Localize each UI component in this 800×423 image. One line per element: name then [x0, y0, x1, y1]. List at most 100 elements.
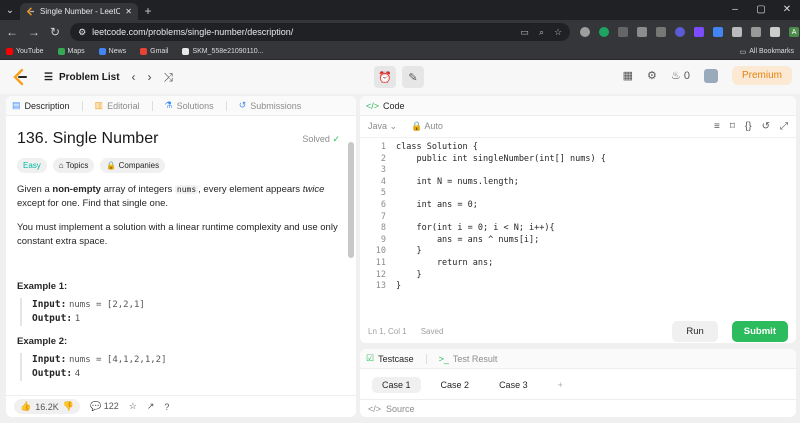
back-icon[interactable]: ← — [6, 25, 18, 39]
reset-icon[interactable]: ↺ — [762, 121, 770, 132]
prev-problem-icon[interactable]: ‹ — [132, 70, 136, 84]
shuffle-icon[interactable]: ⤨ — [164, 70, 174, 85]
extension-icon[interactable] — [675, 27, 686, 37]
next-problem-icon[interactable]: › — [148, 70, 152, 84]
settings-gear-icon[interactable]: ⚙ — [647, 69, 657, 82]
code-line[interactable]: int N = nums.length; — [396, 177, 606, 189]
tab-testcase[interactable]: ☑ Testcase — [366, 353, 414, 364]
bookmark-star-icon[interactable]: ☆ — [554, 27, 562, 38]
format-icon[interactable]: ≡ — [714, 121, 720, 132]
line-number: 1 — [380, 142, 386, 152]
notes-icon[interactable]: ✎ — [402, 66, 424, 88]
side-panel-icon[interactable] — [770, 27, 781, 37]
submit-button[interactable]: Submit — [731, 320, 788, 342]
layout-grid-icon[interactable]: ▦ — [623, 69, 633, 82]
reload-icon[interactable]: ↻ — [50, 25, 60, 39]
leetcode-logo-icon[interactable] — [10, 67, 30, 87]
tab-search-icon[interactable]: ⌄ — [0, 0, 20, 20]
testcase-panel: ☑ Testcase >_ Test Result Case 1 Case 2 Ca… — [360, 349, 796, 417]
extension-icon[interactable] — [732, 27, 743, 37]
case-tab[interactable]: Case 3 — [489, 377, 538, 393]
site-info-icon[interactable]: ⚙ — [78, 27, 86, 38]
tab-solutions[interactable]: ⚗ Solutions — [165, 100, 214, 111]
premium-button[interactable]: Premium — [731, 66, 792, 85]
code-editor[interactable]: 1 2 3 4 5 6 7 8 9 10 11 12 13 class Solution { publi… — [360, 138, 796, 318]
user-avatar[interactable] — [703, 68, 718, 83]
code-line[interactable]: public int singleNumber(int[] nums) { — [396, 154, 605, 166]
code-line[interactable] — [396, 165, 606, 177]
code-line[interactable]: return ans; — [396, 258, 606, 270]
extension-icon[interactable] — [580, 27, 591, 37]
code-line[interactable]: } — [396, 270, 606, 282]
source-bar[interactable]: </> Source — [360, 399, 796, 417]
braces-icon[interactable]: {} — [745, 121, 752, 132]
auto-mode-toggle[interactable]: 🔒 Auto — [411, 121, 443, 132]
extension-icon[interactable] — [637, 27, 648, 37]
favorite-star-icon[interactable]: ☆ — [129, 401, 137, 412]
thumbs-down-icon[interactable]: 👎 — [63, 401, 74, 412]
tab-description[interactable]: ▤ Description — [12, 100, 70, 111]
topics-button[interactable]: ⌂ Topics — [52, 158, 95, 173]
companies-button[interactable]: 🔒 Companies — [100, 158, 166, 173]
like-button[interactable]: 👍 16.2K 👎 — [14, 399, 80, 414]
maximize-icon[interactable]: ▢ — [748, 0, 774, 20]
bookmark-news[interactable]: News — [98, 48, 126, 55]
code-line[interactable] — [396, 212, 606, 224]
url-text: leetcode.com/problems/single-number/desc… — [92, 27, 294, 37]
code-line[interactable]: } — [396, 281, 606, 293]
code-line[interactable]: for(int i = 0; i < N; i++){ — [396, 223, 606, 235]
code-line[interactable] — [396, 188, 606, 200]
tab-code[interactable]: </> Code — [366, 101, 405, 111]
bookmark-gmail[interactable]: Gmail — [140, 48, 168, 55]
problem-list-button[interactable]: ☰ Problem List — [44, 72, 120, 83]
tab-submissions[interactable]: ↺ Submissions — [239, 100, 302, 111]
close-tab-icon[interactable]: ✕ — [125, 7, 132, 16]
add-case-icon[interactable]: + — [548, 377, 573, 393]
terminal-icon: >_ — [438, 353, 449, 364]
bookmark-document[interactable]: SKM_558e21090110... — [182, 48, 264, 55]
case-tab[interactable]: Case 2 — [431, 377, 480, 393]
extension-icon[interactable] — [618, 27, 629, 37]
url-input[interactable]: ⚙ leetcode.com/problems/single-number/de… — [70, 23, 571, 41]
new-tab-button[interactable]: + — [138, 4, 158, 18]
list-icon: ☰ — [44, 71, 53, 83]
timer-icon[interactable]: ⏰ — [374, 66, 396, 88]
grammarly-icon[interactable] — [599, 27, 610, 37]
code-line[interactable]: ans = ans ^ nums[i]; — [396, 235, 606, 247]
fullscreen-icon[interactable]: ⤢ — [780, 121, 788, 132]
thumbs-up-icon: 👍 — [20, 401, 32, 411]
bookmark-maps[interactable]: Maps — [57, 48, 85, 55]
line-number: 3 — [380, 165, 386, 176]
code-line[interactable]: } — [396, 246, 606, 258]
tab-editorial[interactable]: ▥ Editorial — [95, 100, 140, 111]
description-scrollbar[interactable] — [348, 142, 354, 258]
profile-avatar[interactable]: A — [789, 27, 800, 37]
language-select[interactable]: Java ⌄ — [368, 121, 397, 132]
close-window-icon[interactable]: ✕ — [774, 0, 800, 20]
example-heading: Example 2: — [17, 336, 68, 347]
extension-icon[interactable] — [656, 27, 667, 37]
streak-counter[interactable]: ♨ 0 — [671, 69, 690, 82]
bookmark-youtube[interactable]: YouTube — [6, 48, 44, 55]
bookmark-icon[interactable]: ⌑ — [730, 121, 735, 132]
minimize-icon[interactable]: – — [722, 0, 748, 20]
help-icon[interactable]: ? — [164, 402, 169, 412]
case-tab[interactable]: Case 1 — [372, 377, 421, 393]
run-button[interactable]: Run — [672, 320, 718, 342]
all-bookmarks[interactable]: ▭ All Bookmarks — [740, 48, 794, 56]
tab-test-result[interactable]: >_ Test Result — [439, 354, 498, 364]
extension-icon[interactable] — [694, 27, 705, 37]
comments-button[interactable]: 💬 122 — [90, 401, 119, 412]
code-content[interactable]: class Solution { public int singleNumber… — [396, 142, 606, 293]
chevron-down-icon: ⌄ — [389, 121, 398, 131]
extensions-puzzle-icon[interactable] — [751, 27, 762, 37]
share-icon[interactable]: ↗ — [147, 401, 155, 412]
code-line[interactable]: class Solution { — [396, 142, 606, 154]
forward-icon[interactable]: → — [28, 25, 40, 39]
problem-title[interactable]: 136. Single Number — [17, 130, 345, 148]
extension-icon[interactable] — [713, 27, 724, 37]
zoom-icon[interactable]: ⌕ — [539, 27, 544, 38]
install-app-icon[interactable]: ▭ — [520, 27, 529, 38]
browser-tab[interactable]: Single Number - LeetCode ✕ — [20, 3, 138, 20]
code-line[interactable]: int ans = 0; — [396, 200, 606, 212]
